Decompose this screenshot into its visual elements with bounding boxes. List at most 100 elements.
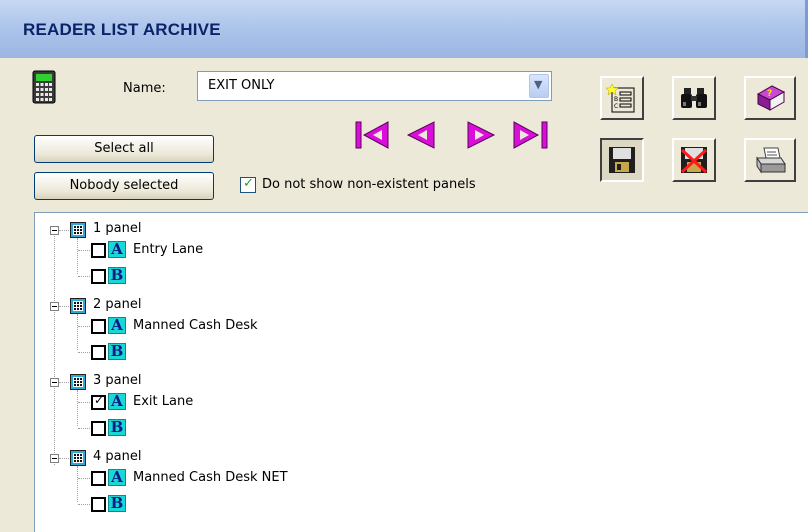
help-book-icon: ? <box>756 85 786 111</box>
tree-guide-line <box>78 402 90 404</box>
reader-checkbox[interactable] <box>91 345 106 360</box>
grid-dot <box>80 302 82 304</box>
tree-guide-line <box>59 458 69 460</box>
new-list-button[interactable]: B C <box>600 76 644 120</box>
grid-dot <box>77 302 79 304</box>
chevron-down-icon[interactable]: ▼ <box>529 74 549 98</box>
tree-guide-line <box>77 466 79 502</box>
grid-dot <box>77 229 79 231</box>
svg-text:?: ? <box>767 89 772 99</box>
save-floppy-icon <box>609 147 635 173</box>
tree-guide-line <box>59 382 69 384</box>
tree-guide-line <box>78 326 90 328</box>
grid-dot <box>74 305 76 307</box>
nobody-selected-button[interactable]: Nobody selected <box>34 172 214 200</box>
reader-letter-badge: B <box>108 267 126 284</box>
reader-letter-badge: B <box>108 495 126 512</box>
panel-label: 2 panel <box>93 297 142 312</box>
name-combobox[interactable]: EXIT ONLY ▼ <box>197 71 552 101</box>
delete-button[interactable] <box>672 138 716 182</box>
grid-dot <box>74 381 76 383</box>
tree-guide-line <box>78 250 90 252</box>
tree-guide-line <box>54 227 56 465</box>
reader-list-archive-window: READER LIST ARCHIVE Name: EXIT ONLY ▼ Se… <box>0 0 808 532</box>
panel-icon <box>70 450 86 466</box>
grid-dot <box>77 460 79 462</box>
reader-letter-badge: A <box>108 241 126 258</box>
last-record-button[interactable] <box>510 115 552 155</box>
grid-dot <box>80 308 82 310</box>
grid-dot <box>80 226 82 228</box>
name-combobox-value: EXIT ONLY <box>208 78 275 93</box>
reader-checkbox[interactable] <box>91 497 106 512</box>
reader-checkbox[interactable] <box>91 319 106 334</box>
grid-dot <box>77 457 79 459</box>
reader-checkbox[interactable]: ✓ <box>91 393 106 410</box>
panel-label: 1 panel <box>93 221 142 236</box>
print-icon <box>756 147 786 174</box>
collapse-icon[interactable] <box>50 226 59 235</box>
save-button[interactable] <box>600 138 644 182</box>
grid-dot <box>74 384 76 386</box>
reader-label: Entry Lane <box>133 242 204 257</box>
grid-dot <box>80 229 82 231</box>
collapse-icon[interactable] <box>50 302 59 311</box>
tree-guide-line <box>78 478 90 480</box>
find-button[interactable] <box>672 76 716 120</box>
last-record-icon <box>513 121 548 149</box>
select-all-button[interactable]: Select all <box>34 135 214 163</box>
grid-dot <box>77 226 79 228</box>
reader-label: Exit Lane <box>133 394 194 409</box>
grid-dot <box>77 381 79 383</box>
grid-dot <box>77 305 79 307</box>
collapse-icon[interactable] <box>50 454 59 463</box>
reader-checkbox[interactable] <box>91 269 106 284</box>
reader-letter-badge: A <box>108 393 126 410</box>
grid-dot <box>80 384 82 386</box>
panel-icon <box>70 222 86 238</box>
reader-letter-badge: B <box>108 419 126 436</box>
tree-guide-line <box>77 238 79 274</box>
panel-icon-grid <box>73 453 83 463</box>
grid-dot <box>74 232 76 234</box>
calculator-icon <box>32 70 72 108</box>
print-button[interactable] <box>744 138 796 182</box>
grid-dot <box>80 305 82 307</box>
tree-guide-line <box>78 352 90 354</box>
tree-guide-line <box>78 276 90 278</box>
svg-text:B: B <box>614 96 618 103</box>
collapse-icon[interactable] <box>50 378 59 387</box>
reader-checkbox[interactable] <box>91 421 106 436</box>
reader-letter-badge: A <box>108 469 126 486</box>
next-record-icon <box>467 121 496 149</box>
first-record-icon <box>355 121 389 149</box>
grid-dot <box>74 378 76 380</box>
previous-record-button[interactable] <box>400 115 442 155</box>
checkmark-icon: ✓ <box>243 176 254 191</box>
first-record-button[interactable] <box>352 115 394 155</box>
panel-label: 3 panel <box>93 373 142 388</box>
find-binoculars-icon <box>681 88 707 108</box>
hide-nonexistent-label: Do not show non-existent panels <box>262 177 476 192</box>
grid-dot <box>74 226 76 228</box>
grid-dot <box>74 457 76 459</box>
reader-letter-badge: A <box>108 317 126 334</box>
help-button[interactable]: ? <box>744 76 796 120</box>
panel-tree[interactable]: 1 panel A Entry Lane B 2 panel A Manned Cash D… <box>34 212 808 532</box>
panel-label: 4 panel <box>93 449 142 464</box>
panel-icon <box>70 298 86 314</box>
grid-dot <box>77 308 79 310</box>
next-record-button[interactable] <box>460 115 502 155</box>
reader-checkbox[interactable] <box>91 243 106 258</box>
reader-label: Manned Cash Desk <box>133 318 258 333</box>
grid-dot <box>77 378 79 380</box>
svg-text:C: C <box>614 103 618 110</box>
tree-guide-line <box>78 504 90 506</box>
grid-dot <box>80 457 82 459</box>
hide-nonexistent-checkbox[interactable]: ✓ <box>240 176 256 193</box>
grid-dot <box>77 454 79 456</box>
reader-checkbox[interactable] <box>91 471 106 486</box>
tree-guide-line <box>59 230 69 232</box>
tree-guide-line <box>77 314 79 350</box>
grid-dot <box>80 378 82 380</box>
